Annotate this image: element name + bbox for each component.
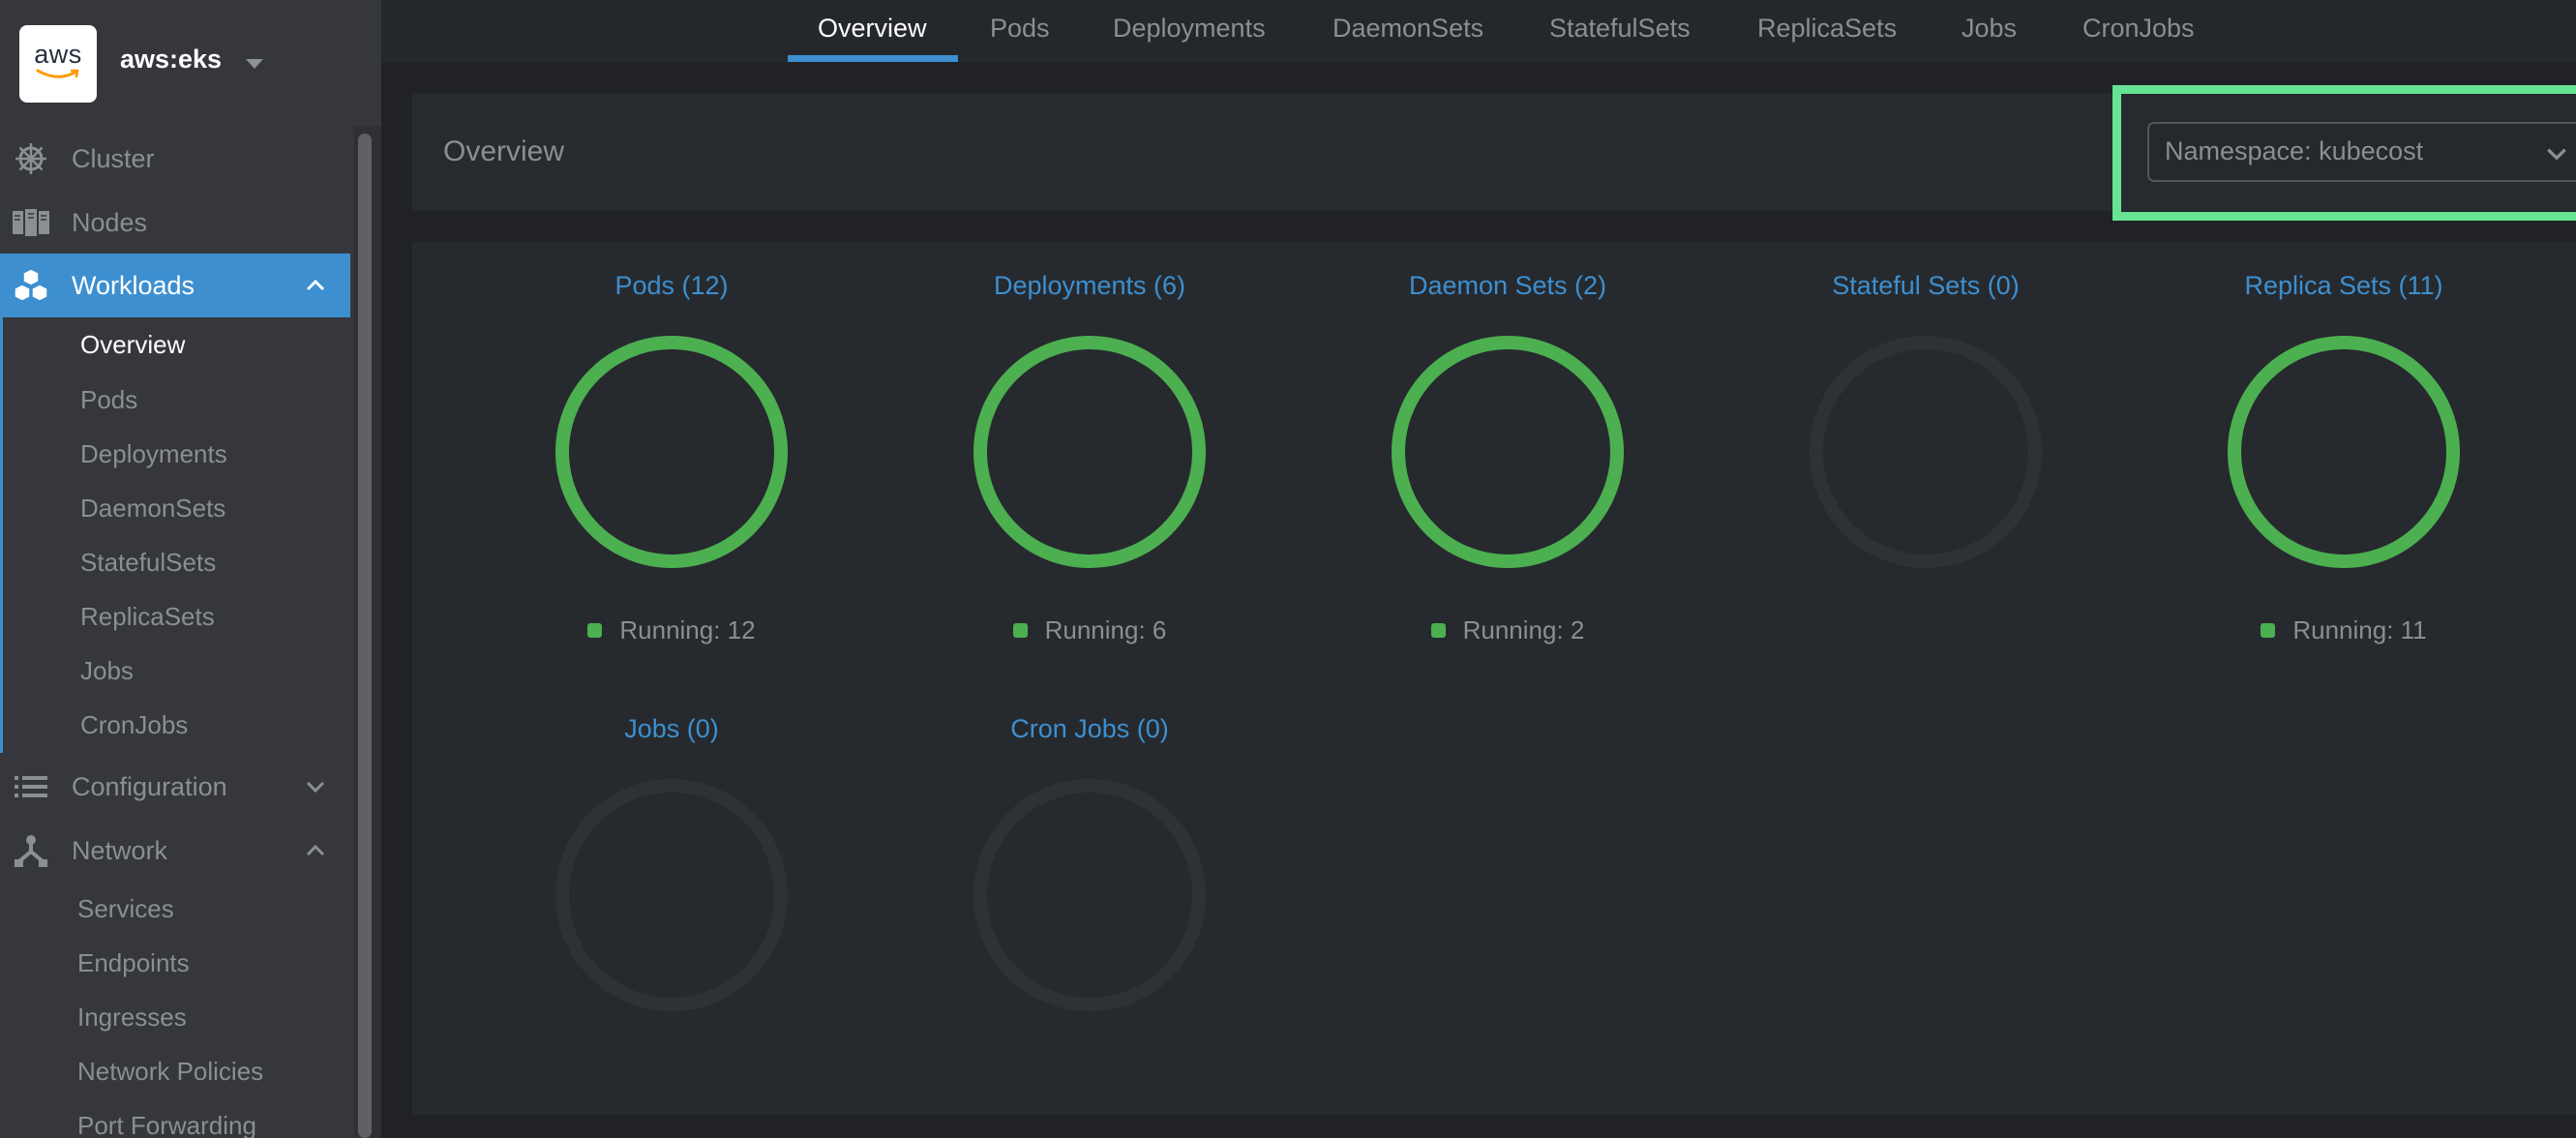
chart-title[interactable]: Jobs (0) [463,714,881,744]
chart-card-pods: Pods (12) Running: 12 [463,242,881,648]
legend-label: Running: 12 [619,615,756,644]
chart-card-jobs: Jobs (0) [463,685,881,1092]
namespace-select[interactable]: Namespace: kubecost [2147,122,2576,182]
tab-cronjobs[interactable]: CronJobs [2082,14,2195,62]
helm-wheel-icon [12,139,50,178]
chart-title[interactable]: Replica Sets (11) [2135,271,2553,301]
sidebar-item-label: Configuration [72,771,227,801]
legend-label: Running: 6 [1044,615,1167,644]
chart-title[interactable]: Deployments (6) [881,271,1299,301]
sidebar-subitem-cronjobs[interactable]: CronJobs [80,710,188,740]
donut-track [973,779,1206,1011]
tab-replicasets[interactable]: ReplicaSets [1757,14,1897,62]
sidebar-subitem-pods[interactable]: Pods [80,385,137,415]
legend-running-swatch [2261,623,2276,638]
sidebar-subitem-overview[interactable]: Overview [80,330,185,360]
donut-chart [555,779,788,1011]
donut-segment-running[interactable] [1392,336,1624,568]
chart-title[interactable]: Stateful Sets (0) [1717,271,2135,301]
workloads-tabs: Overview Pods Deployments DaemonSets Sta… [381,0,2576,62]
active-tab-indicator [788,55,958,62]
sidebar-item-cluster[interactable]: Cluster [0,127,350,191]
donut-chart [973,336,1206,568]
sidebar-header: aws aws:eks [0,0,381,126]
chevron-up-icon[interactable] [304,839,327,862]
servers-icon [12,203,50,242]
cubes-icon [12,266,50,305]
sidebar-item-label: Nodes [72,207,148,237]
sidebar-subitem-network-policies[interactable]: Network Policies [77,1057,263,1087]
chart-card-replica-sets: Replica Sets (11) Running: 11 [2135,242,2553,648]
sidebar-subitem-daemonsets[interactable]: DaemonSets [80,494,225,524]
donut-chart [1810,336,2042,568]
chart-title[interactable]: Pods (12) [463,271,881,301]
cluster-dropdown-caret-icon[interactable] [246,59,263,69]
legend-running-swatch [1012,623,1028,638]
overview-header: Overview Namespace: kubecost [412,93,2576,211]
chart-legend: Running: 2 [1299,615,1717,645]
sidebar-item-workloads[interactable]: Workloads [0,254,350,317]
list-icon [12,767,50,806]
sidebar: aws aws:eks Cluster Nodes Workloads Over… [0,0,381,1138]
donut-chart [2228,336,2460,568]
aws-smile-icon [36,69,79,78]
sidebar-item-label: Workloads [72,270,195,300]
tab-deployments[interactable]: Deployments [1113,14,1266,62]
chart-card-cron-jobs: Cron Jobs (0) [881,685,1299,1092]
sidebar-item-configuration[interactable]: Configuration [0,755,350,819]
donut-track [1810,336,2042,568]
cluster-name: aws:eks [120,45,223,74]
sidebar-subitem-ingresses[interactable]: Ingresses [77,1003,187,1033]
donut-chart [1392,336,1624,568]
workloads-submenu: Overview Pods Deployments DaemonSets Sta… [0,317,350,753]
workload-charts-panel: Pods (12) Running: 12 Deployments (6) Ru… [412,242,2576,1115]
chart-legend: Running: 6 [881,615,1299,645]
legend-running-swatch [1430,623,1446,638]
donut-segment-running[interactable] [973,336,1206,568]
donut-chart [555,336,788,568]
network-icon [12,831,50,870]
tab-statefulsets[interactable]: StatefulSets [1549,14,1691,62]
chart-card-daemon-sets: Daemon Sets (2) Running: 2 [1299,242,1717,648]
chart-card-deployments: Deployments (6) Running: 6 [881,242,1299,648]
chevron-down-icon[interactable] [304,775,327,798]
chart-legend: Running: 11 [2135,615,2553,645]
chevron-down-icon [2547,148,2566,161]
aws-logo-text: aws [34,40,82,69]
sidebar-subitem-endpoints[interactable]: Endpoints [77,948,190,978]
sidebar-subitem-jobs[interactable]: Jobs [80,656,134,686]
aws-logo: aws [19,25,97,103]
tab-daemonsets[interactable]: DaemonSets [1333,14,1483,62]
sidebar-item-nodes[interactable]: Nodes [0,191,350,255]
sidebar-subitem-deployments[interactable]: Deployments [80,439,227,469]
chart-title[interactable]: Cron Jobs (0) [881,714,1299,744]
donut-segment-running[interactable] [555,336,788,568]
donut-segment-running[interactable] [2228,336,2460,568]
sidebar-item-label: Network [72,835,168,865]
donut-track [555,779,788,1011]
tab-jobs[interactable]: Jobs [1962,14,2017,62]
chart-legend: Running: 12 [463,615,881,645]
legend-label: Running: 11 [2292,615,2427,644]
sidebar-scrollbar-thumb[interactable] [358,134,372,1138]
sidebar-subitem-statefulsets[interactable]: StatefulSets [80,548,216,578]
donut-chart [973,779,1206,1011]
sidebar-subitem-services[interactable]: Services [77,894,174,924]
tab-pods[interactable]: Pods [990,14,1050,62]
page-title: Overview [443,135,565,167]
chart-title[interactable]: Daemon Sets (2) [1299,271,1717,301]
chart-card-stateful-sets: Stateful Sets (0) [1717,242,2135,648]
sidebar-item-label: Cluster [72,143,155,173]
sidebar-subitem-port-forwarding[interactable]: Port Forwarding [77,1111,256,1138]
legend-label: Running: 2 [1462,615,1585,644]
chevron-up-icon[interactable] [304,274,327,297]
sidebar-item-network[interactable]: Network [0,819,350,883]
namespace-select-value: Namespace: kubecost [2165,136,2424,165]
legend-running-swatch [587,623,603,638]
sidebar-subitem-replicasets[interactable]: ReplicaSets [80,602,215,632]
